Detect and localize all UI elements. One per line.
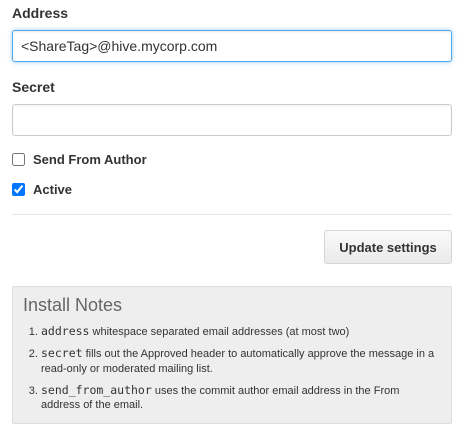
send-from-author-checkbox[interactable] bbox=[12, 153, 25, 166]
update-settings-button[interactable]: Update settings bbox=[324, 230, 452, 264]
list-item: secret fills out the Approved header to … bbox=[41, 346, 441, 377]
note-code: send_from_author bbox=[41, 382, 152, 397]
active-label: Active bbox=[33, 182, 73, 197]
note-code: secret bbox=[41, 345, 83, 360]
install-notes-panel: Install Notes address whitespace separat… bbox=[12, 286, 452, 424]
secret-label: Secret bbox=[12, 79, 55, 95]
list-item: send_from_author uses the commit author … bbox=[41, 383, 441, 414]
send-from-author-label: Send From Author bbox=[33, 152, 147, 167]
active-checkbox[interactable] bbox=[12, 183, 25, 196]
note-text: whitespace separated email addresses (at… bbox=[89, 326, 350, 338]
install-notes-title: Install Notes bbox=[23, 295, 123, 315]
list-item: address whitespace separated email addre… bbox=[41, 324, 441, 340]
active-row[interactable]: Active bbox=[12, 182, 72, 197]
address-input[interactable] bbox=[12, 30, 452, 62]
address-label: Address bbox=[12, 5, 69, 21]
note-code: address bbox=[41, 324, 90, 338]
secret-input[interactable] bbox=[12, 104, 452, 136]
divider bbox=[12, 214, 452, 215]
send-from-author-row[interactable]: Send From Author bbox=[12, 152, 147, 167]
note-text: fills out the Approved header to automat… bbox=[41, 347, 435, 375]
install-notes-list: address whitespace separated email addre… bbox=[23, 324, 441, 413]
